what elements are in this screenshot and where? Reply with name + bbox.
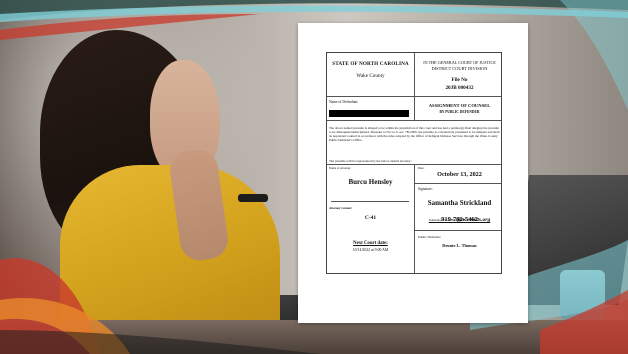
court-name: IN THE GENERAL COURT OF JUSTICE [423, 60, 496, 65]
attorney-name-rule [331, 201, 409, 202]
defendant-label: Name of Defendant: [329, 100, 359, 104]
signature-name: Samantha Strickland [427, 199, 492, 207]
jurisdiction-paragraph: The above named juvenile is alleged to b… [329, 126, 500, 143]
represented-statement: The juvenile will be represented by the … [329, 159, 412, 163]
form-subtitle: BY PUBLIC DEFENDER [439, 110, 480, 114]
coffee-mug [560, 270, 605, 320]
desk-surface [0, 320, 628, 354]
signature-label: Signature: [418, 187, 433, 191]
court-division: DISTRICT COURT DIVISION [431, 66, 488, 71]
redacted-defendant-name [329, 110, 409, 117]
public-defender-label: Public Defender: [418, 235, 442, 239]
wristwatch [238, 194, 268, 202]
next-court-value: 10/14/2022 at 9:00 AM [352, 248, 389, 252]
attorney-name: Burcu Hensley [348, 178, 393, 186]
title-cell [415, 97, 501, 121]
date-value: October 13, 2022 [437, 171, 482, 178]
file-no-label: File No [451, 77, 468, 83]
county-label: Wake County [356, 73, 385, 79]
attorney-contact-label: Attorney Contact: [329, 206, 353, 210]
next-court-label: Next Court date: [353, 241, 388, 246]
assignment-of-counsel-form: STATE OF NORTH CAROLINA Wake County IN T… [326, 52, 502, 274]
file-no-value: 20JB 000432 [445, 85, 474, 91]
attorney-label: Name of Attorney [329, 166, 351, 170]
state-label: STATE OF NORTH CAROLINA [332, 61, 409, 67]
attorney-contact-value: C-41 [364, 215, 377, 221]
phone-number: 919-792-5462 [441, 216, 478, 223]
date-label: Date: [418, 166, 425, 170]
public-defender-name: Deonte L. Thomas [442, 243, 477, 248]
form-title: ASSIGNMENT OF COUNSEL [428, 103, 491, 108]
